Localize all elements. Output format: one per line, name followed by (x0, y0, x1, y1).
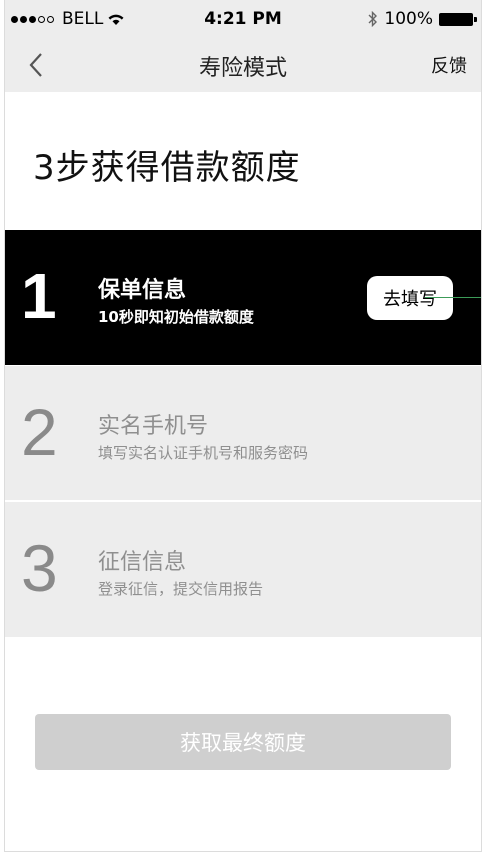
battery-icon (439, 12, 477, 26)
header: BELL 4:21 PM 100% 寿险模式 反馈 (5, 0, 481, 92)
bluetooth-icon (368, 11, 378, 27)
step-description: 填写实名认证手机号和服务密码 (98, 444, 309, 462)
step-3-credit[interactable]: 3 征信信息 登录征信，提交信用报告 (5, 502, 481, 637)
step-1-policy-info[interactable]: 1 保单信息 10秒即知初始借款额度 去填写 (5, 230, 481, 365)
step-number: 3 (21, 531, 58, 605)
step-2-phone[interactable]: 2 实名手机号 填写实名认证手机号和服务密码 (5, 366, 481, 501)
step-description: 10秒即知初始借款额度 (98, 308, 254, 326)
feedback-button[interactable]: 反馈 (431, 52, 467, 78)
step-name: 保单信息 (98, 278, 187, 303)
page-title: 寿险模式 (198, 56, 287, 81)
status-right: 100% (368, 9, 477, 29)
step-number: 1 (21, 260, 57, 332)
nav-bar: 寿险模式 反馈 (5, 40, 481, 92)
step-description: 登录征信，提交信用报告 (98, 580, 264, 598)
step-number: 2 (21, 395, 58, 469)
step-name: 实名手机号 (98, 414, 209, 439)
app-screen: BELL 4:21 PM 100% 寿险模式 反馈 3步获得借款额度 1 保单信… (4, 0, 482, 852)
fill-in-button[interactable]: 去填写 (367, 276, 453, 320)
annotation-line (425, 297, 481, 298)
step-name: 征信信息 (98, 550, 187, 575)
status-bar: BELL 4:21 PM 100% (5, 0, 481, 40)
main-heading: 3步获得借款额度 (33, 148, 301, 188)
get-final-limit-button[interactable]: 获取最终额度 (35, 714, 451, 770)
battery-label: 100% (384, 9, 433, 29)
